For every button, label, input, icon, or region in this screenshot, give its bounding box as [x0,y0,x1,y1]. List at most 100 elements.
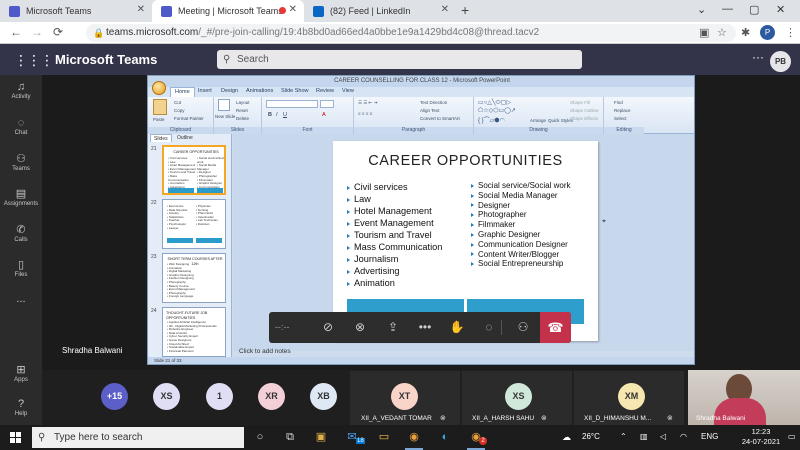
search-input[interactable]: ⚲ Search [217,50,582,69]
office-button-icon[interactable] [152,81,166,95]
select-label[interactable]: Select [614,116,627,121]
participant-bubble[interactable]: XS [153,383,180,410]
ppt-tab-slideshow[interactable]: Slide Show [281,88,309,94]
share-icon[interactable]: ⇪ [377,312,409,343]
participant-bubble[interactable]: 1 [206,383,233,410]
browser-tab-teams[interactable]: Microsoft Teams ✕ [0,0,152,22]
reload-icon[interactable]: ⟳ [53,25,63,39]
ppt-tab-design[interactable]: Design [221,88,238,94]
align-icon[interactable]: ≡ ≡ ≡ ≡ [358,111,372,116]
replace-label[interactable]: Replace [614,108,631,113]
shape-effects-label[interactable]: Shape Effects [570,116,598,121]
italic-icon[interactable]: I [276,112,278,118]
text-direction-label[interactable]: Text Direction [420,100,447,105]
forward-icon[interactable]: → [31,25,43,39]
rail-item-chat[interactable]: ◌ Chat [0,117,42,136]
font-name-select[interactable] [266,100,318,108]
font-size-select[interactable] [320,100,334,108]
underline-icon[interactable]: U [283,112,287,118]
font-color-icon[interactable]: A [322,112,326,118]
user-avatar[interactable]: PB [770,51,791,72]
camera-off-icon[interactable]: ⊘ [312,312,344,343]
slide-thumbnail[interactable]: CAREER OPPORTUNITIES • Civil services • L… [162,145,226,195]
participant-bubble[interactable]: XB [310,383,337,410]
mic-off-icon[interactable]: ⊗ [344,312,376,343]
taskbar-clock[interactable]: 12:23 24-07-2021 [736,427,786,447]
task-view-icon[interactable]: ⧉ [282,429,298,445]
bullets-icon[interactable]: ☰ ☰ ⇤ ⇥ [358,100,377,106]
ppt-tab-home[interactable]: Home [170,87,195,97]
shapes-gallery-icon[interactable]: ▭○△╲⬭▢▷ [478,99,511,107]
rail-item-calls[interactable]: ✆ Calls [0,223,42,243]
browser-profile-avatar[interactable]: P [760,25,775,40]
weather-icon[interactable]: ☁ [562,432,571,443]
language-indicator[interactable]: ENG [701,432,718,441]
extensions-icon[interactable]: ✱ [741,26,750,39]
url-input[interactable]: 🔒 teams.microsoft.com/_#/pre-join-callin… [86,24,736,42]
ppt-tab-view[interactable]: View [342,88,354,94]
bold-icon[interactable]: B [268,112,272,118]
ppt-tab-insert[interactable]: Insert [198,88,212,94]
volume-icon[interactable]: ◁ [660,432,666,441]
weather-temp[interactable]: 26°C [582,432,600,441]
layout-label[interactable]: Layout [236,100,250,105]
back-icon[interactable]: ← [10,25,22,39]
bookmark-star-icon[interactable]: ☆ [717,26,727,39]
shape-outline-label[interactable]: Shape Outline [570,108,599,113]
convert-smartart-label[interactable]: Convert to SmartArt [420,116,460,121]
panel-tab-slides[interactable]: Slides [150,134,172,142]
find-label[interactable]: Find [614,100,623,105]
notes-placeholder[interactable]: Click to add notes [239,348,539,355]
edge-icon[interactable]: ◐ [437,429,453,445]
self-video-tile[interactable]: Shradha Balwani [688,370,800,425]
rail-item-help[interactable]: ? Help [0,398,42,417]
cortana-icon[interactable]: ○ [252,429,268,445]
tab-close-icon[interactable]: ✕ [289,4,297,15]
tab-close-icon[interactable]: ✕ [137,4,145,15]
settings-more-icon[interactable]: ··· [752,50,764,64]
paste-icon[interactable] [153,99,167,115]
tray-overflow-icon[interactable]: ⌃ [620,432,627,441]
align-text-label[interactable]: Align Text [420,108,439,113]
file-explorer-icon[interactable]: ▭ [376,429,392,445]
maximize-icon[interactable]: ▢ [749,3,759,16]
arrange-label[interactable]: Arrange [530,118,546,123]
tab-close-icon[interactable]: ✕ [441,4,449,15]
shapes-gallery-icon[interactable]: { }⌒▱⬢◠ [478,115,505,124]
slide-thumbnail[interactable]: • Economics • Data Scientist • Actuary • St… [162,199,226,249]
participants-icon[interactable]: ⚇ [507,312,539,343]
camera-permission-icon[interactable]: ▣ [699,26,709,39]
panel-tab-outline[interactable]: Outline [174,134,196,142]
slide-thumbnail[interactable]: THOUGHT-FUTURE JOB OPPORTUNITIES • Appli… [162,307,226,357]
slide-thumbnail[interactable]: SHORT TERM COURSES AFTER 12th • Web Desi… [162,253,226,303]
participant-bubble[interactable]: XR [258,383,285,410]
rail-item-more[interactable]: ... [0,293,42,305]
copy-label[interactable]: Copy [174,108,185,113]
browser-tab-meeting[interactable]: Meeting | Microsoft Teams ✕ [152,0,304,22]
reset-label[interactable]: Reset [236,108,248,113]
more-icon[interactable]: ••• [409,312,441,343]
new-tab-icon[interactable]: + [461,2,469,18]
app-launcher-icon[interactable]: ⋮⋮⋮ [14,52,54,69]
shapes-gallery-icon[interactable]: ⬠☆◇⬡▭◯↗ [478,107,516,114]
windows-start-icon[interactable] [10,432,21,443]
minimize-icon[interactable]: — [722,3,733,15]
window-close-icon[interactable]: ✕ [776,3,785,16]
ppt-tab-animations[interactable]: Animations [246,88,273,94]
rail-item-teams[interactable]: ⚇ Teams [0,152,42,172]
notifications-icon[interactable]: ▭ [788,432,796,441]
tab-search-icon[interactable]: ⌄ [697,3,706,16]
cut-label[interactable]: Cut [174,100,181,105]
store-icon[interactable]: ▣ [313,429,329,445]
wifi-icon[interactable]: ◠ [680,432,687,441]
browser-menu-icon[interactable]: ⋮ [785,26,796,39]
shape-fill-label[interactable]: Shape Fill [570,100,590,105]
rail-item-files[interactable]: ▯ Files [0,258,42,278]
phone-hangup-icon[interactable]: ☎ [540,312,571,343]
raise-hand-icon[interactable]: ✋ [441,312,473,343]
format-painter-label[interactable]: Format Painter [174,116,204,121]
browser-tab-linkedin[interactable]: (82) Feed | LinkedIn ✕ [304,0,456,22]
new-slide-icon[interactable] [218,99,230,111]
chrome-icon[interactable]: ◉ [406,429,422,445]
delete-label[interactable]: Delete [236,116,249,121]
